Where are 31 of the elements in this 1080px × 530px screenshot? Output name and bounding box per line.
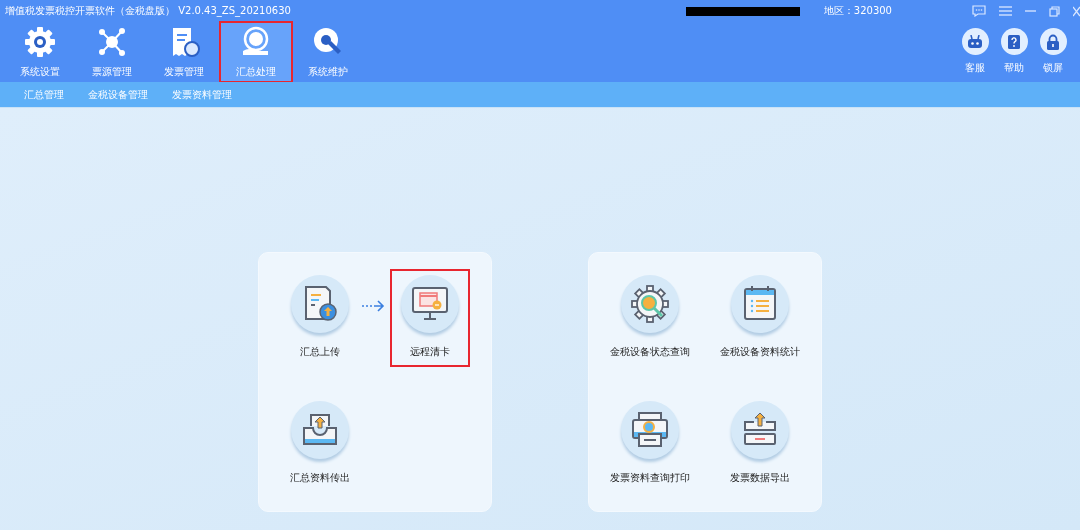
help-icon xyxy=(1007,33,1021,50)
robot-icon xyxy=(967,34,983,49)
toolbar-tab[interactable]: 系统设置 xyxy=(4,22,76,82)
region-code: 地区：320300 xyxy=(823,4,892,18)
quick-button[interactable]: 客服 xyxy=(960,22,990,82)
lock-icon xyxy=(1046,33,1060,50)
restore-icon[interactable] xyxy=(1049,5,1060,17)
printer-icon xyxy=(630,410,670,450)
close-icon[interactable] xyxy=(1073,5,1080,17)
toolbar-tab[interactable]: 系统维护 xyxy=(292,22,364,82)
window-title: 增值税发票税控开票软件（金税盘版） V2.0.43_ZS_20210630 xyxy=(5,4,292,18)
quick-button[interactable]: 锁屏 xyxy=(1038,22,1068,82)
function-tile[interactable]: 金税设备状态查询 xyxy=(604,271,696,365)
subnav-link[interactable]: 金税设备管理 xyxy=(88,87,148,102)
toolbar-tab[interactable]: 汇总处理 xyxy=(220,22,292,82)
function-tile[interactable]: 发票资料查询打印 xyxy=(604,397,696,491)
function-tile[interactable]: 汇总上传 xyxy=(282,271,358,365)
function-tile[interactable]: 远程清卡 xyxy=(392,271,468,365)
menu-icon[interactable] xyxy=(999,6,1012,16)
toolbar-tab[interactable]: 发票管理 xyxy=(148,22,220,82)
function-tile[interactable]: 发票数据导出 xyxy=(722,397,798,491)
dotted-arrow xyxy=(361,300,385,312)
quick-button[interactable]: 帮助 xyxy=(999,22,1029,82)
gear-icon xyxy=(23,25,57,59)
subnav-link[interactable]: 汇总管理 xyxy=(24,87,64,102)
function-tile[interactable]: 汇总资料传出 xyxy=(282,397,358,491)
function-tile[interactable]: 金税设备资料统计 xyxy=(714,271,806,365)
subnav-link[interactable]: 发票资料管理 xyxy=(172,87,232,102)
message-icon[interactable] xyxy=(972,5,986,17)
minimize-icon[interactable] xyxy=(1025,9,1036,13)
toolbar-tab[interactable]: 票源管理 xyxy=(76,22,148,82)
